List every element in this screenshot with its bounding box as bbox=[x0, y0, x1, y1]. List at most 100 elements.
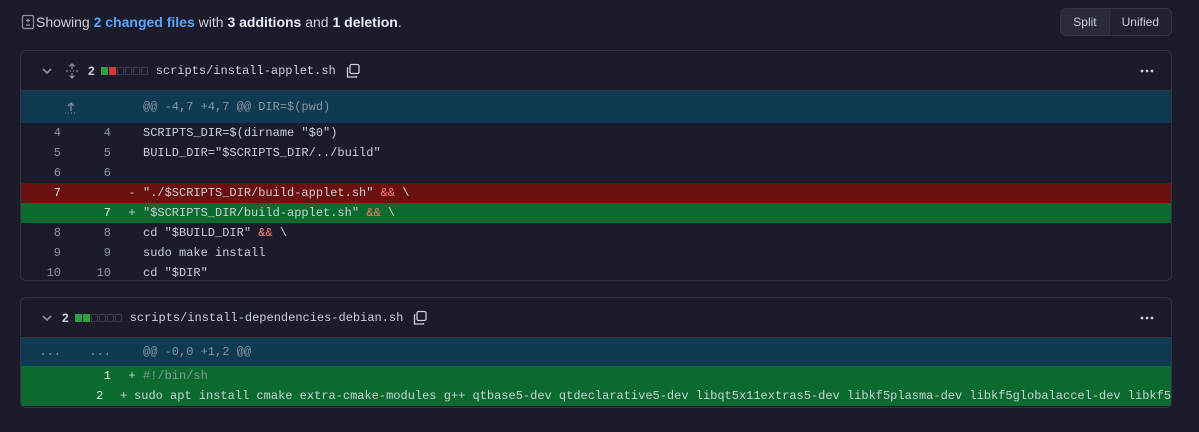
old-line-number[interactable]: 6 bbox=[21, 166, 71, 180]
diffstat-block bbox=[90, 313, 98, 322]
change-count: 2 bbox=[88, 63, 95, 78]
diffstat-blocks bbox=[100, 66, 148, 75]
old-line-number[interactable]: 7 bbox=[21, 186, 71, 200]
new-line-number[interactable]: 1 bbox=[71, 369, 121, 383]
code-line: sudo make install bbox=[139, 246, 265, 260]
code-line: cd "$DIR" bbox=[139, 266, 208, 280]
diff-sign bbox=[125, 246, 139, 260]
diff-line: 55 BUILD_DIR="$SCRIPTS_DIR/../build" bbox=[21, 143, 1171, 163]
copy-path-icon[interactable] bbox=[412, 310, 428, 326]
old-line-number[interactable]: 9 bbox=[21, 246, 71, 260]
diff-summary-bar: Showing 2 changed files with 3 additions… bbox=[20, 8, 1172, 36]
more-options-icon[interactable] bbox=[1139, 63, 1155, 79]
code-text: \ bbox=[380, 206, 396, 220]
diff-summary: Showing 2 changed files with 3 additions… bbox=[20, 14, 402, 30]
file-name[interactable]: scripts/install-applet.sh bbox=[156, 64, 336, 78]
diffstat-block bbox=[100, 66, 108, 75]
old-line-number[interactable]: 4 bbox=[21, 126, 71, 140]
diff-line: 99 sudo make install bbox=[21, 243, 1171, 263]
file-name[interactable]: scripts/install-dependencies-debian.sh bbox=[130, 311, 404, 325]
code-text: SCRIPTS_DIR=$(dirname "$0") bbox=[143, 126, 338, 140]
diff-line: 44 SCRIPTS_DIR=$(dirname "$0") bbox=[21, 123, 1171, 143]
new-line-number[interactable]: 9 bbox=[71, 246, 121, 260]
code-text: cd "$DIR" bbox=[143, 266, 208, 280]
collapse-chevron-icon[interactable] bbox=[40, 311, 54, 325]
deletions-count: 1 deletion bbox=[332, 14, 398, 30]
code-operator: && bbox=[380, 186, 396, 200]
code-line: SCRIPTS_DIR=$(dirname "$0") bbox=[139, 126, 337, 140]
code-text: cd "$BUILD_DIR" bbox=[143, 226, 259, 240]
more-options-icon[interactable] bbox=[1139, 310, 1155, 326]
code-text: sudo apt install cmake extra-cmake-modul… bbox=[134, 389, 1172, 403]
code-line: "$SCRIPTS_DIR/build-applet.sh" && \ bbox=[139, 206, 395, 220]
code-text: \ bbox=[272, 226, 288, 240]
code-line: #!/bin/sh bbox=[139, 369, 208, 383]
diffstat-block bbox=[74, 313, 82, 322]
diff-sign bbox=[125, 266, 139, 280]
new-line-number[interactable]: 5 bbox=[71, 146, 121, 160]
diff-line: 7 + "$SCRIPTS_DIR/build-applet.sh" && \ bbox=[21, 203, 1171, 223]
new-line-number[interactable]: 10 bbox=[71, 266, 121, 280]
code-text: sudo make install bbox=[143, 246, 266, 260]
diff-sign: + bbox=[128, 206, 136, 220]
diff-line: 10 10 cd "$DIR" bbox=[21, 263, 1171, 280]
code-text: \ bbox=[395, 186, 410, 200]
file-header: 2 scripts/install-applet.sh bbox=[21, 51, 1171, 91]
additions-count: 3 additions bbox=[227, 14, 302, 30]
view-toggle: Split Unified bbox=[1060, 8, 1172, 36]
diffstat-block bbox=[132, 66, 140, 75]
code-line: sudo apt install cmake extra-cmake-modul… bbox=[130, 389, 1171, 403]
expand-all-icon[interactable] bbox=[64, 62, 80, 79]
code-line: BUILD_DIR="$SCRIPTS_DIR/../build" bbox=[139, 146, 381, 160]
collapse-chevron-icon[interactable] bbox=[40, 64, 54, 78]
diffstat-block bbox=[140, 66, 148, 75]
diff-line: 88 cd "$BUILD_DIR" && \ bbox=[21, 223, 1171, 243]
hunk-header: ... ... @@ -0,0 +1,2 @@ bbox=[21, 338, 1171, 366]
diffstat-block bbox=[116, 66, 124, 75]
copy-path-icon[interactable] bbox=[345, 63, 361, 79]
new-line-number[interactable]: 7 bbox=[71, 206, 121, 220]
diff-sign: + bbox=[120, 389, 128, 403]
new-line-number[interactable]: 4 bbox=[71, 126, 121, 140]
diffstat-block bbox=[108, 66, 116, 75]
file-diff-icon bbox=[20, 14, 36, 30]
diff-line: 7 - "./$SCRIPTS_DIR/build-applet.sh" && \ bbox=[21, 183, 1171, 203]
old-line-number[interactable]: 8 bbox=[21, 226, 71, 240]
unified-view-button[interactable]: Unified bbox=[1110, 9, 1171, 35]
expand-up-icon[interactable] bbox=[21, 99, 121, 115]
file-diff-install-dependencies: 2 scripts/install-dependencies-debian.sh… bbox=[20, 297, 1172, 408]
code-text: BUILD_DIR="$SCRIPTS_DIR/../build" bbox=[143, 146, 381, 160]
diff-line: 1 + #!/bin/sh bbox=[21, 366, 1171, 386]
file-header: 2 scripts/install-dependencies-debian.sh bbox=[21, 298, 1171, 338]
diff-line: 66 bbox=[21, 163, 1171, 183]
diffstat-block bbox=[114, 313, 122, 322]
file-diff-install-applet: 2 scripts/install-applet.sh @@ -4,7 +4,7… bbox=[20, 50, 1172, 281]
code-text: #!/bin/sh bbox=[143, 369, 208, 383]
old-line-number[interactable]: 10 bbox=[21, 266, 71, 280]
hunk-header: @@ -4,7 +4,7 @@ DIR=$(pwd) bbox=[21, 91, 1171, 123]
split-view-button[interactable]: Split bbox=[1061, 9, 1110, 35]
code-operator: && bbox=[258, 226, 273, 240]
code-line: cd "$BUILD_DIR" && \ bbox=[139, 226, 287, 240]
new-line-number[interactable]: 2 bbox=[67, 389, 113, 403]
new-line-number[interactable]: 8 bbox=[71, 226, 121, 240]
diffstat-block bbox=[106, 313, 114, 322]
code-line: "./$SCRIPTS_DIR/build-applet.sh" && \ bbox=[139, 186, 409, 200]
diffstat-block bbox=[82, 313, 90, 322]
diff-sign: + bbox=[128, 369, 136, 383]
diffstat-block bbox=[124, 66, 132, 75]
diff-sign bbox=[125, 126, 139, 140]
old-line-number[interactable]: 5 bbox=[21, 146, 71, 160]
new-line-number[interactable]: 6 bbox=[71, 166, 121, 180]
code-text: "$SCRIPTS_DIR/build-applet.sh" bbox=[143, 206, 367, 220]
diffstat-blocks bbox=[74, 313, 122, 322]
diff-sign: - bbox=[128, 186, 136, 200]
code-text: "./$SCRIPTS_DIR/build-applet.sh" bbox=[143, 186, 381, 200]
code-operator: && bbox=[366, 206, 381, 220]
diff-sign bbox=[125, 146, 139, 160]
diff-sign bbox=[125, 166, 139, 180]
change-count: 2 bbox=[62, 310, 69, 325]
diff-line: 2 + sudo apt install cmake extra-cmake-mod… bbox=[21, 386, 1171, 406]
diff-sign bbox=[125, 226, 139, 240]
changed-files-link[interactable]: 2 changed files bbox=[94, 14, 195, 30]
